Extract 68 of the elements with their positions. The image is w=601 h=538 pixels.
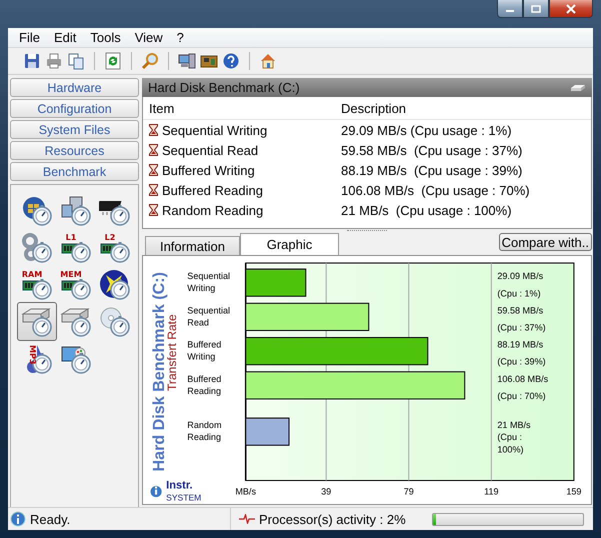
table-cell: Sequential Read	[162, 142, 258, 158]
info-icon	[10, 511, 26, 527]
tab[interactable]: Graphic	[240, 233, 339, 256]
help-icon[interactable]	[222, 52, 240, 70]
value-label: 106.08 MB/s (Cpu : 70%)	[497, 374, 548, 402]
menu-item[interactable]: ?	[170, 30, 191, 45]
table-cell-text: 88.19 MB/s (Cpu usage : 39%)	[340, 162, 522, 178]
table-cell-text: 106.08 MB/s (Cpu usage : 70%)	[340, 182, 530, 198]
close-button[interactable]	[549, 0, 593, 18]
menu-item[interactable]: File	[12, 30, 47, 45]
minimize-button[interactable]	[497, 0, 523, 18]
panel-title: Hard Disk Benchmark (C:)	[148, 80, 300, 96]
brand-subtitle: SYSTEM	[166, 493, 202, 502]
pulse-icon	[239, 514, 255, 524]
home-icon[interactable]	[259, 52, 277, 70]
splitter-handle[interactable]	[347, 230, 387, 232]
category-button[interactable]: Configuration	[10, 99, 139, 118]
activity-label: Processor(s) activity : 2%	[259, 512, 406, 526]
status-message: Ready.	[30, 512, 70, 526]
tab[interactable]: Information	[145, 236, 240, 256]
table-cell-text: 59.58 MB/s (Cpu usage : 37%)	[340, 142, 522, 158]
hourglass-icon	[149, 204, 158, 216]
close-icon	[565, 4, 577, 14]
table-cell: Sequential Writing	[162, 122, 268, 138]
value-label: 88.19 MB/s (Cpu : 39%)	[497, 340, 546, 368]
menu-item[interactable]: View	[128, 30, 170, 45]
info-icon	[150, 485, 163, 498]
category-label: Sequential Read	[187, 306, 230, 328]
category-label: Buffered Writing	[187, 340, 222, 362]
table-cell-text: 21 MB/s (Cpu usage : 100%)	[340, 202, 512, 218]
maximize-icon	[531, 4, 541, 12]
table-cell: Buffered Writing	[162, 162, 255, 178]
menu-item[interactable]: Tools	[83, 30, 128, 45]
tick-label: 79	[404, 486, 414, 497]
category-label: Random Reading	[187, 420, 222, 443]
printer-icon[interactable]	[45, 52, 63, 70]
value-label: 29.09 MB/s (Cpu : 1%)	[497, 272, 544, 299]
column-header[interactable]: Item	[143, 100, 335, 116]
drive-icon	[570, 84, 586, 92]
value-label: 21 MB/s (Cpu : 100%)	[497, 420, 531, 455]
category-button[interactable]: Resources	[10, 141, 139, 160]
category-button[interactable]: System Files	[10, 120, 139, 139]
brand-name: Instr.	[166, 480, 193, 492]
computer-icon[interactable]	[178, 52, 196, 70]
maximize-button[interactable]	[523, 0, 549, 18]
compare-button[interactable]: Compare with..	[498, 233, 592, 252]
tick-label: 119	[484, 486, 499, 497]
search-icon[interactable]	[141, 52, 159, 70]
value-label: 59.58 MB/s (Cpu : 37%)	[497, 306, 546, 333]
category-label: Buffered Reading	[187, 374, 222, 396]
copy-icon[interactable]	[67, 52, 85, 70]
tick-label: 39	[321, 486, 332, 497]
hourglass-icon	[149, 124, 158, 136]
refresh-icon[interactable]	[104, 52, 122, 70]
tick-label: 159	[566, 486, 582, 497]
table-cell: Buffered Reading	[162, 182, 263, 198]
hourglass-icon	[149, 144, 158, 156]
category-label: Sequential Writing	[187, 272, 230, 294]
hourglass-icon	[149, 164, 158, 176]
table-cell: Random Reading	[162, 202, 264, 218]
table-cell-text: 29.09 MB/s (Cpu usage : 1%)	[340, 122, 512, 138]
column-header[interactable]: Description	[335, 100, 406, 116]
category-button[interactable]: Benchmark	[10, 162, 139, 181]
category-button[interactable]: Hardware	[10, 78, 139, 97]
menu-item[interactable]: Edit	[46, 30, 84, 45]
hourglass-icon	[149, 184, 158, 196]
tick-label: MB/s	[235, 486, 256, 497]
save-icon[interactable]	[23, 52, 41, 70]
